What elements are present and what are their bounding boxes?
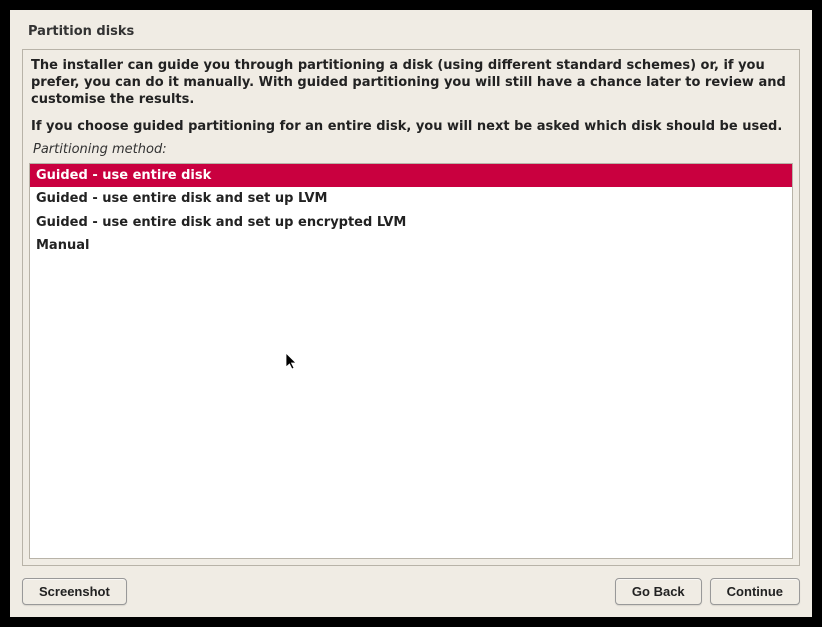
go-back-button[interactable]: Go Back <box>615 578 702 605</box>
options-list: Guided - use entire disk Guided - use en… <box>29 163 793 559</box>
option-guided-entire-disk-encrypted-lvm[interactable]: Guided - use entire disk and set up encr… <box>30 211 792 235</box>
prompt-label: Partitioning method: <box>29 140 793 163</box>
intro-paragraph-2: If you choose guided partitioning for an… <box>29 115 793 140</box>
intro-paragraph-1: The installer can guide you through part… <box>29 56 793 115</box>
content-frame: The installer can guide you through part… <box>22 49 800 566</box>
option-guided-entire-disk-lvm[interactable]: Guided - use entire disk and set up LVM <box>30 187 792 211</box>
continue-button[interactable]: Continue <box>710 578 800 605</box>
button-row: Screenshot Go Back Continue <box>22 578 800 605</box>
option-guided-entire-disk[interactable]: Guided - use entire disk <box>30 164 792 188</box>
page-title: Partition disks <box>22 20 800 49</box>
spacer <box>135 578 607 605</box>
option-manual[interactable]: Manual <box>30 234 792 258</box>
screenshot-button[interactable]: Screenshot <box>22 578 127 605</box>
installer-window: Partition disks The installer can guide … <box>10 10 812 617</box>
